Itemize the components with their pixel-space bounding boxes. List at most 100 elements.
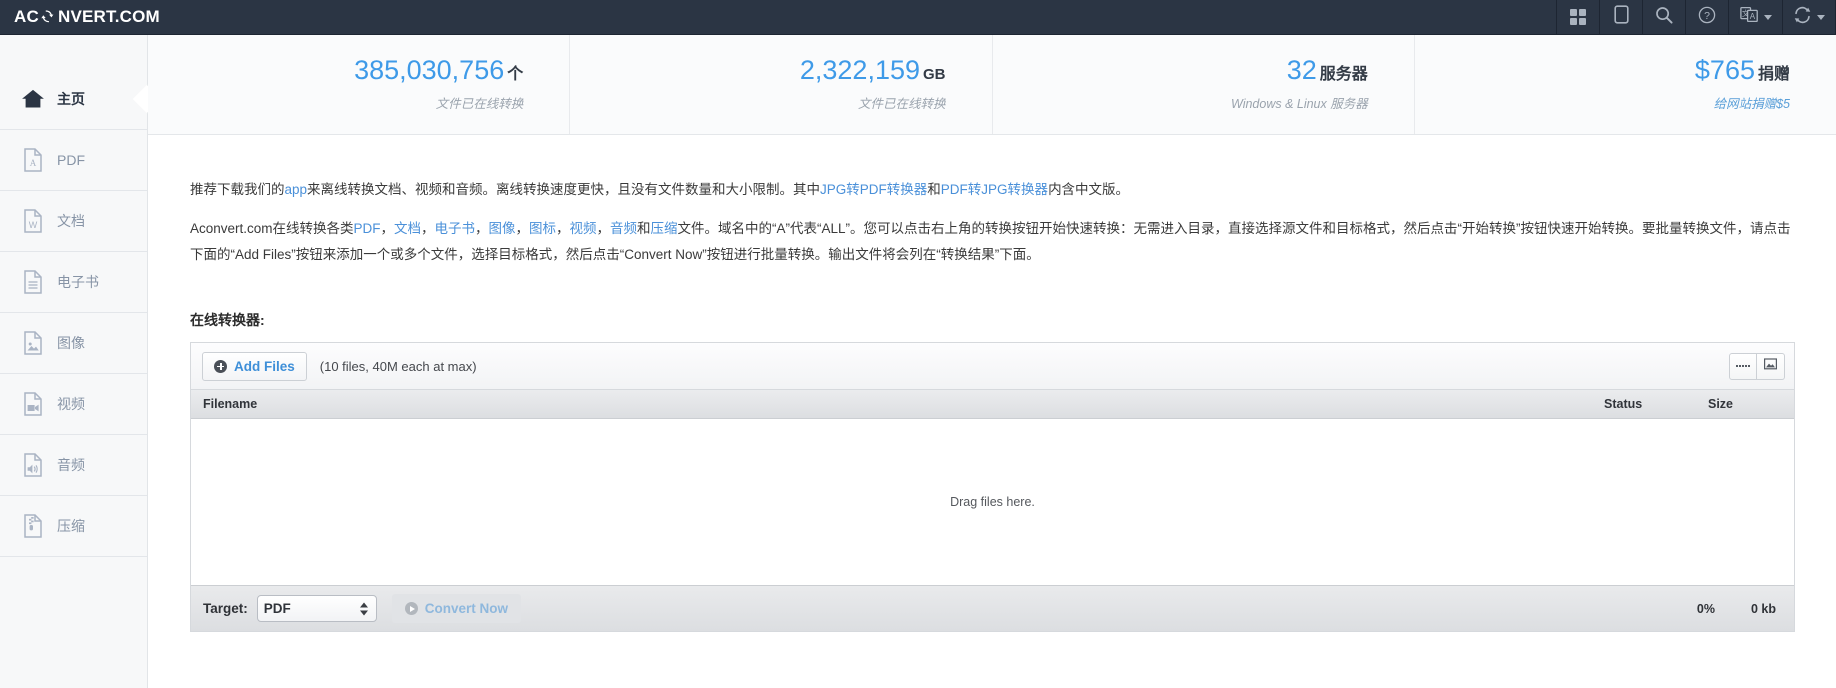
intro-paragraph-1: 推荐下载我们的app来离线转换文档、视频和音频。离线转换速度更快，且没有文件数量…	[190, 177, 1800, 203]
search-icon	[1655, 6, 1673, 29]
file-drop-zone[interactable]: Drag files here.	[191, 419, 1794, 585]
video-file-icon	[22, 392, 44, 416]
sep: 和	[637, 221, 651, 236]
language-translate-icon: 文 A	[1739, 6, 1759, 28]
sidebar-item-ebook[interactable]: 电子书	[0, 252, 147, 313]
donate-link[interactable]: 给网站捐赠$5	[1714, 93, 1790, 112]
sidebar-item-image[interactable]: 图像	[0, 313, 147, 374]
sidebar-item-pdf[interactable]: A PDF	[0, 130, 147, 191]
chevron-down-icon	[1763, 14, 1772, 20]
mobile-device-icon	[1613, 5, 1629, 29]
stat-number: 385,030,756	[354, 55, 505, 85]
p1-text-b: 来离线转换文档、视频和音频。离线转换速度更快，且没有文件数量和大小限制。其中	[307, 182, 821, 197]
archive-link[interactable]: 压缩	[651, 221, 678, 236]
converter-footer: Target: PDF Convert Now 0% 0 kb	[191, 585, 1794, 631]
search-button[interactable]	[1642, 0, 1685, 35]
stat-number: 32	[1286, 55, 1317, 85]
stat-caption: 文件已在线转换	[435, 97, 524, 111]
stat-files-converted: 385,030,756 个 文件已在线转换	[148, 35, 571, 134]
pdf-to-jpg-link[interactable]: PDF转JPG转换器	[941, 182, 1048, 197]
sidebar-item-audio[interactable]: 音频	[0, 435, 147, 496]
top-header-bar: AC NVERT.COM ? 文 A	[0, 0, 1836, 35]
add-files-button[interactable]: Add Files	[202, 351, 307, 381]
home-icon	[22, 87, 44, 111]
help-question-icon: ?	[1698, 6, 1716, 29]
svg-text:W: W	[29, 220, 38, 230]
audio-link[interactable]: 音频	[610, 221, 637, 236]
intro-paragraph-2: Aconvert.com在线转换各类PDF，文档，电子书，图像，图标，视频，音频…	[190, 216, 1800, 268]
image-file-icon	[22, 331, 44, 355]
convert-menu-button[interactable]	[1782, 0, 1836, 35]
chevron-down-icon	[1817, 14, 1825, 20]
stat-value-row: 32 服务器	[1287, 57, 1368, 84]
apps-grid-icon	[1570, 9, 1586, 25]
help-button[interactable]: ?	[1685, 0, 1728, 35]
stat-value-row: 2,322,159 GB	[800, 57, 946, 84]
thumbnail-view-button[interactable]	[1757, 352, 1785, 380]
sep: ，	[556, 221, 570, 236]
stat-donations: $765 捐赠 给网站捐赠$5	[1415, 35, 1836, 134]
stat-value-row: $765 捐赠	[1695, 57, 1790, 84]
sep: ，	[475, 221, 489, 236]
sidebar-item-video[interactable]: 视频	[0, 374, 147, 435]
site-logo[interactable]: AC NVERT.COM	[14, 7, 160, 27]
convert-refresh-icon	[1793, 6, 1812, 29]
document-link[interactable]: 文档	[394, 221, 421, 236]
language-selector-button[interactable]: 文 A	[1728, 0, 1782, 35]
site-stats-bar: 385,030,756 个 文件已在线转换 2,322,159 GB 文件已在线转换…	[148, 35, 1836, 135]
header-icon-group: ? 文 A	[1556, 0, 1836, 35]
stat-servers: 32 服务器 Windows & Linux 服务器	[993, 35, 1415, 134]
add-files-label: Add Files	[234, 358, 295, 374]
sidebar-item-label: 电子书	[57, 274, 99, 290]
mobile-device-button[interactable]	[1599, 0, 1642, 35]
sidebar-navigation: 主页 A PDF W 文档 电子书 图像 视频 音频 压缩	[0, 35, 163, 688]
target-format-select[interactable]: PDF	[256, 595, 377, 622]
p1-text-c: 和	[927, 182, 941, 197]
list-view-icon	[1736, 365, 1750, 367]
converter-toolbar: Add Files (10 files, 40M each at max)	[191, 343, 1794, 390]
video-link[interactable]: 视频	[570, 221, 597, 236]
sidebar-item-document[interactable]: W 文档	[0, 191, 147, 252]
sidebar-item-label: 压缩	[57, 518, 85, 534]
pdf-link[interactable]: PDF	[354, 221, 381, 236]
jpg-to-pdf-link[interactable]: JPG转PDF转换器	[820, 182, 927, 197]
icon-link[interactable]: 图标	[529, 221, 556, 236]
sep: ，	[380, 221, 395, 236]
converter-panel: Add Files (10 files, 40M each at max) Fi…	[190, 342, 1795, 632]
stat-unit: 捐赠	[1757, 66, 1790, 83]
stat-data-converted: 2,322,159 GB 文件已在线转换	[570, 35, 993, 134]
total-size-value: 0 kb	[1750, 601, 1776, 616]
view-mode-toggle-group	[1729, 352, 1785, 380]
sidebar-item-archive[interactable]: 压缩	[0, 496, 147, 557]
stat-unit: 个	[507, 66, 524, 83]
stat-number: $765	[1694, 55, 1755, 85]
sep: ，	[515, 221, 530, 236]
drop-zone-label: Drag files here.	[950, 495, 1035, 509]
convert-now-label: Convert Now	[424, 601, 509, 616]
plus-circle-icon	[214, 359, 227, 373]
brand-text-left: AC	[14, 7, 39, 26]
thumbnail-view-icon	[1764, 357, 1778, 375]
sidebar-item-label: PDF	[57, 152, 85, 168]
column-header-filename: Filename	[203, 397, 258, 411]
file-table-header: Filename Status Size	[191, 390, 1794, 419]
ebook-link[interactable]: 电子书	[435, 221, 476, 236]
apps-grid-button[interactable]	[1556, 0, 1599, 35]
p1-text-a: 推荐下载我们的	[190, 182, 285, 197]
sep: ，	[596, 221, 611, 236]
svg-text:A: A	[1749, 12, 1755, 21]
pdf-file-icon: A	[22, 148, 44, 172]
archive-zip-file-icon	[22, 514, 44, 538]
ebook-file-icon	[22, 270, 44, 294]
list-view-button[interactable]	[1729, 352, 1757, 380]
section-title-online-converter: 在线转换器:	[190, 312, 265, 328]
app-link[interactable]: app	[285, 182, 308, 197]
convert-now-button[interactable]: Convert Now	[391, 594, 522, 623]
stat-unit: 服务器	[1319, 66, 1368, 83]
sidebar-item-home[interactable]: 主页	[0, 69, 163, 130]
column-header-size: Size	[1708, 397, 1734, 411]
stat-caption: Windows & Linux 服务器	[1231, 97, 1368, 111]
svg-text:A: A	[30, 158, 37, 168]
sep: ，	[421, 221, 435, 236]
image-link[interactable]: 图像	[489, 221, 516, 236]
